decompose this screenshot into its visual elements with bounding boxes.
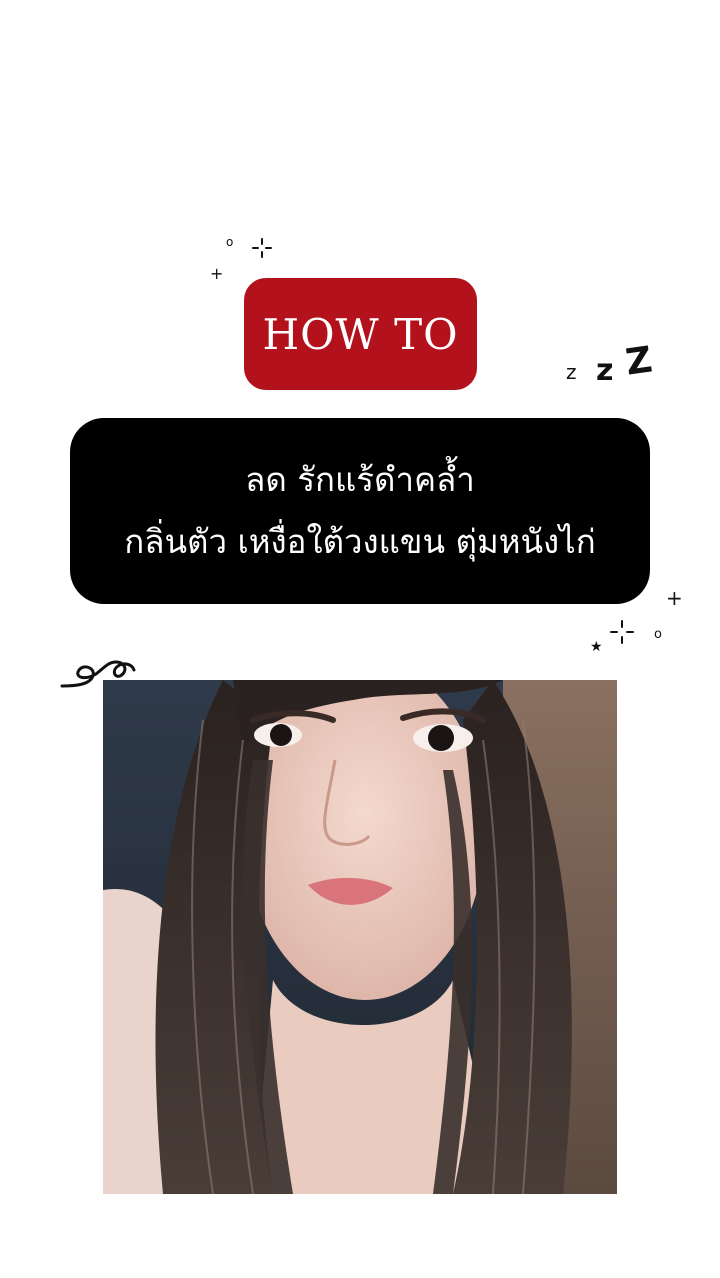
sparkle-icon xyxy=(610,620,634,644)
zzz-icon: z xyxy=(566,360,577,384)
portrait-photo xyxy=(103,680,617,1194)
zzz-icon: z xyxy=(596,353,614,388)
title-banner: ลด รักแร้ดำคล้ำ กลิ่นตัว เหงื่อใต้วงแขน … xyxy=(70,418,650,604)
banner-line-1: ลด รักแร้ดำคล้ำ xyxy=(245,460,475,499)
sparkle-icon: ★ xyxy=(590,639,603,655)
sparkle-icon: o xyxy=(654,627,662,642)
how-to-badge: HOW TO xyxy=(244,278,477,390)
how-to-label: HOW TO xyxy=(262,309,459,359)
banner-line-2: กลิ่นตัว เหงื่อใต้วงแขน ตุ่มหนังไก่ xyxy=(124,522,596,561)
sparkle-icon: + xyxy=(666,586,683,610)
sparkle-icon: + xyxy=(210,264,224,283)
portrait-illustration xyxy=(103,680,617,1194)
sparkle-icon xyxy=(252,238,272,258)
zzz-icon: Z xyxy=(623,339,655,384)
sparkle-icon: o xyxy=(226,235,234,249)
